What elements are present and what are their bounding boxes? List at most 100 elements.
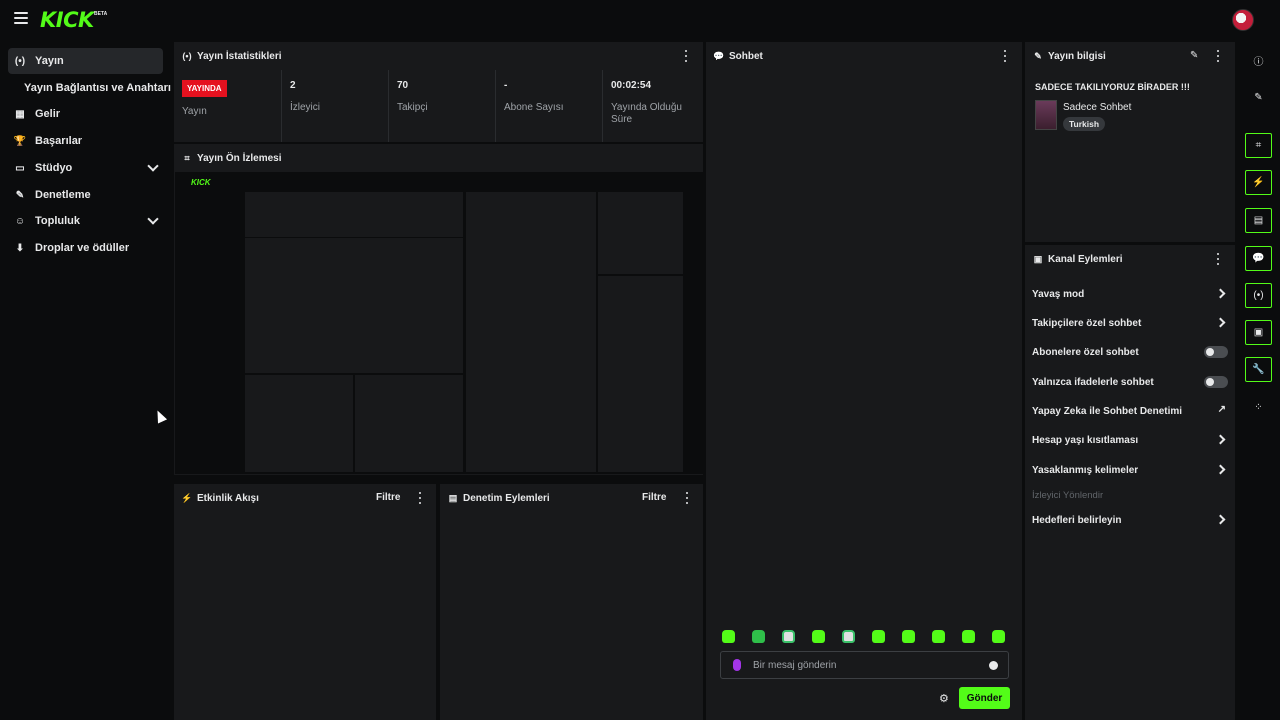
subscribers-only-toggle[interactable] xyxy=(1204,346,1228,358)
stat-label: Takipçi xyxy=(397,102,428,113)
broadcast-icon: (•) xyxy=(182,51,192,61)
community-icon[interactable]: ⁘ xyxy=(1245,395,1272,420)
panel-icon: ▣ xyxy=(1033,253,1043,264)
studio-icon: ▭ xyxy=(15,162,25,174)
chevron-right-icon xyxy=(1215,434,1226,445)
sidebar-item-denetleme[interactable]: ✎ Denetleme xyxy=(8,182,163,208)
action-label: Hedefleri belirleyin xyxy=(1032,514,1122,526)
action-label: Yapay Zeka ile Sohbet Denetimi xyxy=(1032,405,1183,417)
emote-quick-bar xyxy=(720,630,1012,646)
stat-live: YAYINDA Yayın xyxy=(174,70,281,142)
panel-title: Yayın bilgisi xyxy=(1048,50,1106,62)
broadcast-icon: (•) xyxy=(14,55,26,67)
send-button[interactable]: Gönder xyxy=(959,687,1010,709)
emote-button[interactable] xyxy=(812,630,825,643)
stream-preview-video[interactable]: KICK xyxy=(175,172,705,474)
emote-button[interactable] xyxy=(992,630,1005,643)
stat-subscribers: - Abone Sayısı xyxy=(495,70,602,142)
emote-button[interactable] xyxy=(872,630,885,643)
more-options-icon[interactable] xyxy=(1217,253,1220,265)
sidebar-item-basarilar[interactable]: 🏆 Başarılar xyxy=(8,128,163,154)
preview-mini-preview xyxy=(245,238,463,373)
more-options-icon[interactable] xyxy=(1217,50,1220,62)
chat-bubble-icon[interactable]: 💬 xyxy=(1245,246,1272,271)
bolt-icon[interactable]: ⚡ xyxy=(1245,170,1272,195)
community-icon: ☺ xyxy=(14,215,26,227)
action-subscribers-only: Abonelere özel sohbet xyxy=(1032,342,1228,362)
sidebar-item-label: Topluluk xyxy=(35,215,81,227)
edit-pencil-icon[interactable]: ✎ xyxy=(1190,50,1198,61)
preview-mini-chat xyxy=(466,192,596,472)
sidebar-item-gelir[interactable]: ▦ Gelir xyxy=(8,101,163,127)
action-slow-mode[interactable]: Yavaş mod xyxy=(1032,284,1228,304)
preview-icon: ⌗ xyxy=(184,152,190,163)
action-label: Yalnızca ifadelerle sohbet xyxy=(1032,376,1154,388)
preview-mini-info xyxy=(598,192,683,274)
filter-button[interactable]: Filtre xyxy=(642,492,666,503)
sidebar-item-droplar[interactable]: ⬇ Droplar ve ödüller xyxy=(8,235,163,261)
more-options-icon[interactable] xyxy=(686,492,689,504)
sidebar-item-topluluk[interactable]: ☺ Topluluk xyxy=(8,208,163,234)
pencil-icon[interactable]: ✎ xyxy=(1245,85,1272,110)
action-followers-only[interactable]: Takipçilere özel sohbet xyxy=(1032,313,1228,333)
sidebar-item-yayin[interactable]: (•) Yayın xyxy=(8,48,163,74)
chevron-right-icon xyxy=(1215,514,1226,525)
emote-button[interactable] xyxy=(962,630,975,643)
preview-mini-actions xyxy=(598,276,683,472)
preview-mini-logo: KICK xyxy=(191,178,211,187)
action-raid-disabled: İzleyici Yönlendir xyxy=(1032,485,1228,505)
sidebar-item-label: Stüdyo xyxy=(35,162,73,174)
broadcast-icon[interactable]: (•) xyxy=(1245,283,1272,308)
stat-label: Yayın xyxy=(182,106,207,117)
sidebar-item-studyo[interactable]: ▭ Stüdyo xyxy=(8,155,163,181)
emote-button[interactable] xyxy=(782,630,795,643)
action-banned-words[interactable]: Yasaklanmış kelimeler xyxy=(1032,460,1228,480)
hamburger-menu-icon[interactable] xyxy=(14,12,28,26)
emote-button[interactable] xyxy=(752,630,765,643)
stream-stats-panel: (•) Yayın İstatistikleri YAYINDA Yayın 2… xyxy=(174,42,703,142)
chat-settings-gear-icon[interactable]: ⚙ xyxy=(939,692,949,705)
sidebar-item-label: Droplar ve ödüller xyxy=(35,242,130,254)
document-icon[interactable]: ▤ xyxy=(1245,208,1272,233)
panel-title: Yayın İstatistikleri xyxy=(197,50,282,62)
kick-logo[interactable]: KICK xyxy=(40,8,94,32)
emote-button[interactable] xyxy=(932,630,945,643)
sidebar-item-label: Gelir xyxy=(35,108,61,120)
more-options-icon[interactable] xyxy=(1004,50,1007,62)
panel-icon[interactable]: ▣ xyxy=(1245,320,1272,345)
action-label: Takipçilere özel sohbet xyxy=(1032,317,1142,329)
preview-mini-moderation xyxy=(355,375,463,472)
sidebar-item-label: Başarılar xyxy=(35,135,83,147)
more-options-icon[interactable] xyxy=(685,50,688,62)
sidebar-item-stream-key[interactable]: Yayın Bağlantısı ve Anahtarı xyxy=(24,82,171,94)
category-name[interactable]: Sadece Sohbet xyxy=(1063,102,1131,113)
more-options-icon[interactable] xyxy=(419,492,422,504)
emote-button[interactable] xyxy=(902,630,915,643)
stat-value: 2 xyxy=(290,80,296,91)
microphone-icon[interactable] xyxy=(733,659,741,671)
emote-button[interactable] xyxy=(722,630,735,643)
bolt-icon: ⚡ xyxy=(181,492,193,503)
filter-button[interactable]: Filtre xyxy=(376,492,400,503)
action-ai-moderation[interactable]: Yapay Zeka ile Sohbet Denetimi ↗ xyxy=(1032,401,1228,421)
stat-label: İzleyici xyxy=(290,102,321,113)
stat-uptime: 00:02:54 Yayında Olduğu Süre xyxy=(602,70,703,142)
preview-mini-activity xyxy=(245,375,353,472)
activity-feed-panel: ⚡ Etkinlik Akışı Filtre xyxy=(174,484,436,720)
emotes-only-toggle[interactable] xyxy=(1204,376,1228,388)
chat-input-box[interactable] xyxy=(720,651,1009,679)
emoji-picker-icon[interactable] xyxy=(989,661,998,670)
stat-label: Abone Sayısı xyxy=(504,102,564,113)
info-icon[interactable]: ⓘ xyxy=(1245,48,1272,73)
chat-panel: 💬 Sohbet ⚙ Gönder xyxy=(706,42,1022,720)
chat-message-input[interactable] xyxy=(753,658,973,672)
revenue-icon: ▦ xyxy=(15,108,25,120)
wrench-icon: ✎ xyxy=(1034,50,1042,61)
user-avatar[interactable] xyxy=(1232,9,1254,31)
emote-button[interactable] xyxy=(842,630,855,643)
document-icon: ▤ xyxy=(448,492,458,503)
action-goals[interactable]: Hedefleri belirleyin xyxy=(1032,510,1228,530)
wrench-icon[interactable]: 🔧 xyxy=(1245,357,1272,382)
focus-icon[interactable]: ⌗ xyxy=(1245,133,1272,158)
action-account-age[interactable]: Hesap yaşı kısıtlaması xyxy=(1032,430,1228,450)
